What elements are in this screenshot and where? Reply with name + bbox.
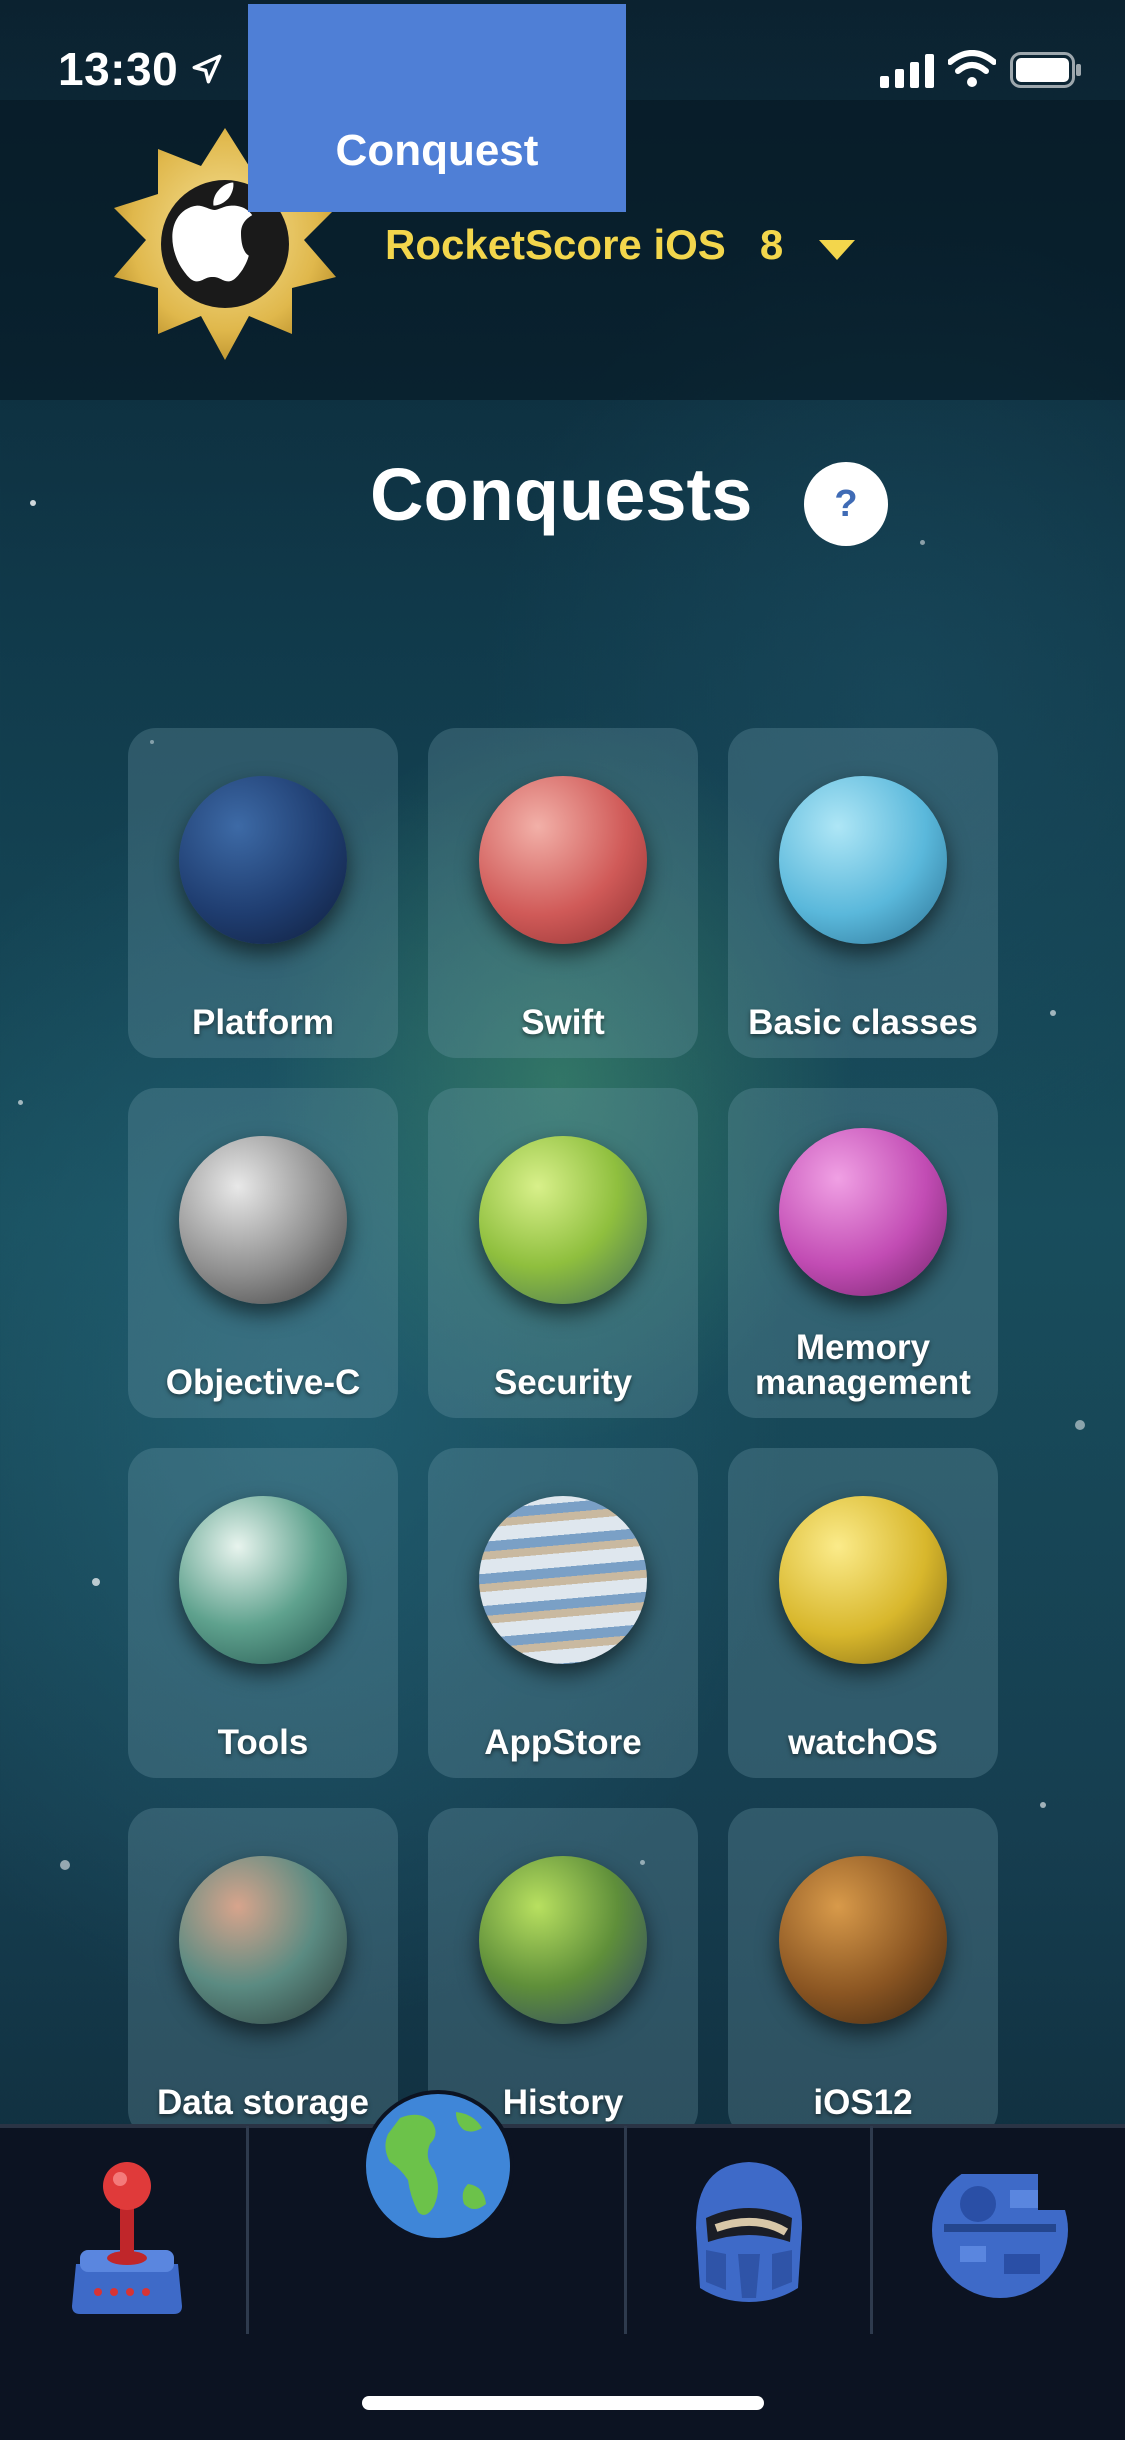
star	[1040, 1802, 1046, 1808]
topic-tile-security[interactable]: Security	[428, 1088, 698, 1418]
topic-label: Tools	[217, 1723, 309, 1762]
app-selector[interactable]: RocketScore iOS 8	[385, 215, 857, 275]
tab-divider	[870, 2126, 873, 2334]
planet-icon	[779, 1856, 947, 2024]
star	[1075, 1420, 1085, 1430]
battle-station-tab-icon[interactable]	[920, 2150, 1080, 2310]
star	[1050, 1010, 1056, 1016]
planet-icon	[179, 776, 347, 944]
star	[920, 540, 925, 545]
tab-divider	[246, 2126, 249, 2334]
wifi-icon	[948, 50, 996, 87]
tab-divider	[624, 2126, 627, 2334]
topic-tile-data-storage[interactable]: Data storage	[128, 1808, 398, 2124]
topic-label: iOS12	[813, 2083, 913, 2122]
home-indicator[interactable]	[362, 2396, 764, 2410]
topic-label: watchOS	[788, 1723, 938, 1762]
topic-tile-ios12[interactable]: iOS12	[728, 1808, 998, 2124]
topic-tile-swift[interactable]: Swift	[428, 728, 698, 1058]
planet-icon	[779, 1496, 947, 1664]
planet-icon	[479, 1856, 647, 2024]
location-arrow-icon	[192, 54, 222, 84]
topic-label: Memory management	[755, 1328, 971, 1402]
level-number: 8	[759, 221, 784, 268]
battery-icon	[1010, 52, 1081, 88]
planet-icon	[179, 1496, 347, 1664]
joystick-tab-icon[interactable]	[62, 2146, 192, 2316]
star	[30, 500, 36, 506]
topic-label: Security	[493, 1363, 633, 1402]
topic-label: Platform	[192, 1003, 334, 1042]
tab-conquest-label: Conquest	[335, 126, 539, 175]
topic-tile-watchos[interactable]: watchOS	[728, 1448, 998, 1778]
planet-icon	[179, 1856, 347, 2024]
planet-icon	[779, 776, 947, 944]
planet-icon	[179, 1136, 347, 1304]
globe-tab-icon	[362, 2090, 514, 2242]
topic-tile-tools[interactable]: Tools	[128, 1448, 398, 1778]
topic-tile-appstore[interactable]: AppStore	[428, 1448, 698, 1778]
help-button[interactable]: ?	[804, 462, 888, 546]
dropdown-triangle-icon[interactable]	[817, 238, 857, 262]
page-title: Conquests	[370, 453, 753, 536]
app-name: RocketScore iOS	[385, 221, 726, 268]
topic-label: AppStore	[484, 1723, 642, 1762]
topic-tile-memory-management[interactable]: Memory management	[728, 1088, 998, 1418]
topic-label: Basic classes	[748, 1003, 978, 1042]
status-time: 13:30	[58, 43, 179, 95]
helmet-tab-icon[interactable]	[686, 2158, 812, 2304]
topic-tile-objective-c[interactable]: Objective-C	[128, 1088, 398, 1418]
star	[60, 1860, 70, 1870]
topic-label: Data storage	[156, 2083, 370, 2122]
topic-label: Objective-C	[165, 1363, 361, 1402]
planet-icon	[479, 1496, 647, 1664]
topic-label: Swift	[521, 1003, 605, 1042]
topic-tile-basic-classes[interactable]: Basic classes	[728, 728, 998, 1058]
planet-icon	[779, 1128, 947, 1296]
star	[18, 1100, 23, 1105]
tab-conquest[interactable]	[248, 4, 626, 212]
star	[92, 1578, 100, 1586]
planet-icon	[479, 1136, 647, 1304]
cellular-signal-icon	[880, 54, 934, 88]
planet-icon	[479, 776, 647, 944]
topic-tile-history[interactable]: History	[428, 1808, 698, 2124]
topic-tile-platform[interactable]: Platform	[128, 728, 398, 1058]
conquest-grid: Platform Swift Basic classes Objective-C…	[128, 728, 998, 2124]
